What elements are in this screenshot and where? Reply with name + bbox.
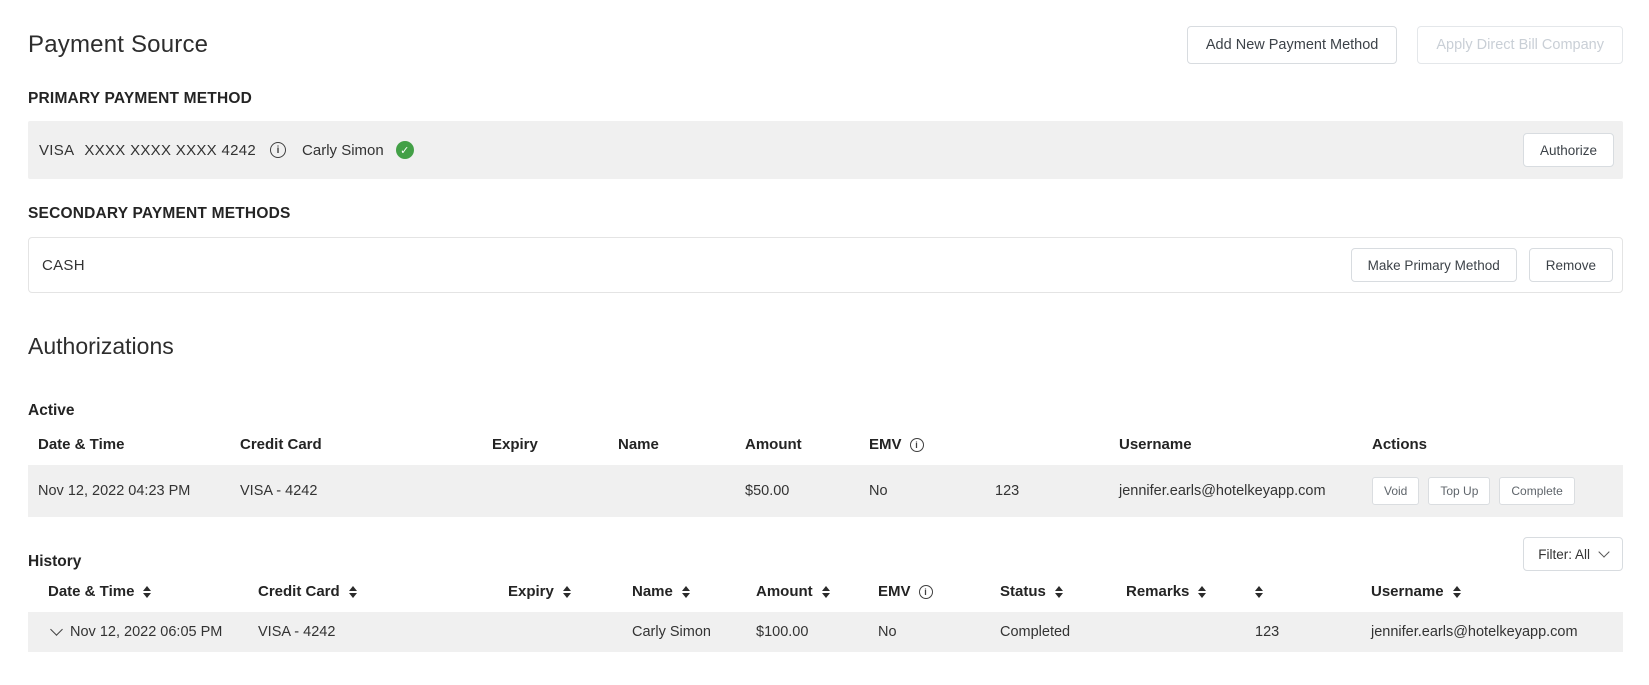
col-username: Username — [1119, 436, 1372, 453]
history-label: History — [28, 553, 81, 571]
secondary-payment-methods-label: SECONDARY PAYMENT METHODS — [28, 205, 1623, 223]
col-date-time: Date & Time — [38, 436, 240, 453]
col-remarks-label: Remarks — [1126, 583, 1189, 600]
col-amount: Amount — [756, 583, 878, 600]
active-table-header: Date & Time Credit Card Expiry Name Amou… — [28, 436, 1623, 465]
col-emv-label: EMV — [878, 583, 911, 600]
primary-payment-row: VISA XXXX XXXX XXXX 4242 i Carly Simon ✓… — [28, 121, 1623, 179]
col-emv: EMV i — [869, 436, 995, 453]
sort-icon[interactable] — [563, 586, 571, 598]
col-emv: EMV i — [878, 583, 1000, 600]
col-amount: Amount — [745, 436, 869, 453]
sort-icon[interactable] — [1453, 586, 1461, 598]
row-action-buttons: Void Top Up Complete — [1372, 477, 1575, 505]
secondary-actions: Make Primary Method Remove — [1351, 248, 1613, 282]
cell-emv: No — [878, 624, 1000, 640]
verified-check-icon: ✓ — [396, 141, 414, 159]
card-number: XXXX XXXX XXXX 4242 — [84, 142, 256, 159]
col-expiry-label: Expiry — [508, 583, 554, 600]
col-date-time: Date & Time — [48, 583, 258, 600]
top-actions: Add New Payment Method Apply Direct Bill… — [1187, 26, 1623, 64]
history-table-header: Date & Time Credit Card Expiry Name Amou… — [28, 583, 1623, 612]
cell-status: Completed — [1000, 624, 1126, 640]
sort-icon[interactable] — [1055, 586, 1063, 598]
col-actions: Actions — [1372, 436, 1613, 453]
col-expiry: Expiry — [508, 583, 632, 600]
history-row[interactable]: Nov 12, 2022 06:05 PM VISA - 4242 Carly … — [28, 612, 1623, 652]
col-username: Username — [1371, 583, 1613, 600]
col-emv-label: EMV — [869, 436, 902, 453]
col-code — [1255, 586, 1371, 598]
authorize-button[interactable]: Authorize — [1523, 133, 1614, 167]
add-new-payment-method-button[interactable]: Add New Payment Method — [1187, 26, 1397, 64]
remove-button[interactable]: Remove — [1529, 248, 1613, 282]
payment-method-name: CASH — [42, 257, 85, 274]
cell-credit-card: VISA - 4242 — [258, 624, 508, 640]
authorizations-title: Authorizations — [28, 333, 1623, 360]
card-brand: VISA — [39, 142, 74, 159]
complete-button[interactable]: Complete — [1499, 477, 1574, 505]
filter-dropdown[interactable]: Filter: All — [1523, 537, 1623, 571]
cell-code: 123 — [995, 483, 1119, 499]
cell-username: jennifer.earls@hotelkeyapp.com — [1119, 483, 1372, 499]
chevron-down-icon — [1598, 546, 1609, 557]
cell-date-time-value: Nov 12, 2022 06:05 PM — [70, 624, 222, 640]
apply-direct-bill-company-button: Apply Direct Bill Company — [1417, 26, 1623, 64]
active-authorization-row: Nov 12, 2022 04:23 PM VISA - 4242 $50.00… — [28, 465, 1623, 517]
sort-icon[interactable] — [682, 586, 690, 598]
cell-date-time: Nov 12, 2022 06:05 PM — [48, 624, 258, 640]
col-expiry: Expiry — [492, 436, 618, 453]
card-holder-name: Carly Simon — [302, 142, 384, 159]
make-primary-method-button[interactable]: Make Primary Method — [1351, 248, 1517, 282]
col-amount-label: Amount — [756, 583, 813, 600]
cell-amount: $50.00 — [745, 483, 869, 499]
col-credit-card: Credit Card — [258, 583, 508, 600]
col-remarks: Remarks — [1126, 583, 1255, 600]
sort-icon[interactable] — [1255, 586, 1263, 598]
col-name: Name — [618, 436, 745, 453]
col-status: Status — [1000, 583, 1126, 600]
active-label: Active — [28, 402, 1623, 420]
col-status-label: Status — [1000, 583, 1046, 600]
history-bar: History Filter: All — [28, 537, 1623, 571]
top-up-button[interactable]: Top Up — [1428, 477, 1490, 505]
cell-emv: No — [869, 483, 995, 499]
expand-chevron-icon[interactable] — [50, 623, 63, 636]
sort-icon[interactable] — [1198, 586, 1206, 598]
void-button[interactable]: Void — [1372, 477, 1419, 505]
col-username-label: Username — [1371, 583, 1444, 600]
filter-label: Filter: All — [1538, 547, 1590, 562]
col-credit-card: Credit Card — [240, 436, 492, 453]
emv-info-icon[interactable]: i — [910, 438, 924, 452]
col-name-label: Name — [632, 583, 673, 600]
payment-source-page: Payment Source Add New Payment Method Ap… — [0, 0, 1649, 652]
cell-username: jennifer.earls@hotelkeyapp.com — [1371, 624, 1613, 640]
sort-icon[interactable] — [349, 586, 357, 598]
cell-actions: Void Top Up Complete — [1372, 477, 1613, 505]
cell-code: 123 — [1255, 624, 1371, 640]
sort-icon[interactable] — [822, 586, 830, 598]
emv-info-icon[interactable]: i — [919, 585, 933, 599]
col-credit-card-label: Credit Card — [258, 583, 340, 600]
cell-credit-card: VISA - 4242 — [240, 483, 492, 499]
info-icon[interactable]: i — [270, 142, 286, 158]
primary-payment-method-label: PRIMARY PAYMENT METHOD — [28, 90, 1623, 108]
top-bar: Payment Source Add New Payment Method Ap… — [28, 26, 1623, 64]
page-title: Payment Source — [28, 31, 208, 59]
secondary-payment-row: CASH Make Primary Method Remove — [28, 237, 1623, 293]
col-date-time-label: Date & Time — [48, 583, 134, 600]
cell-name: Carly Simon — [632, 624, 756, 640]
cell-amount: $100.00 — [756, 624, 878, 640]
sort-icon[interactable] — [143, 586, 151, 598]
col-name: Name — [632, 583, 756, 600]
cell-date-time: Nov 12, 2022 04:23 PM — [38, 483, 240, 499]
